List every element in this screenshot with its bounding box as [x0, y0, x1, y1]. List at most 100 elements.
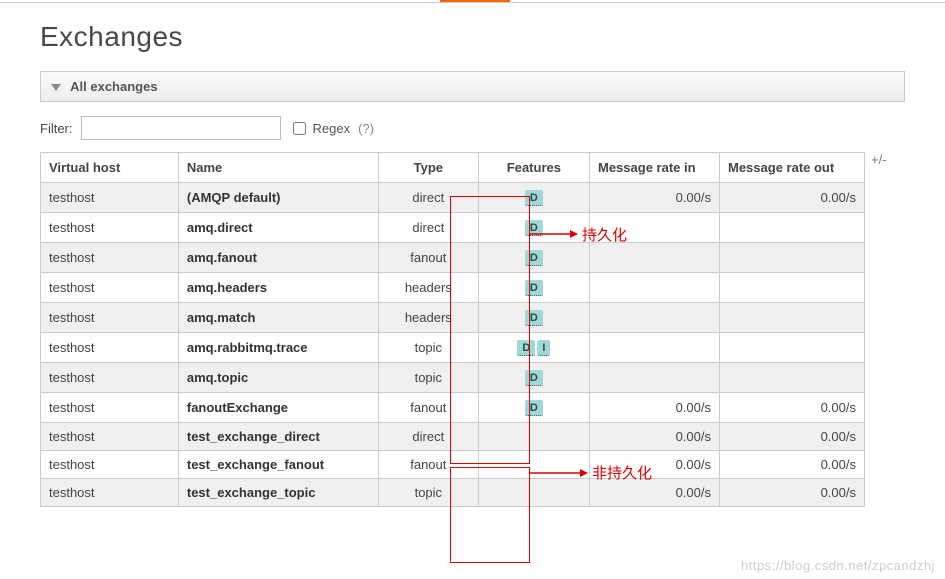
- col-rate-in[interactable]: Message rate in: [590, 153, 720, 183]
- feature-tag-d: D: [525, 310, 543, 326]
- cell-rate-out: 0.00/s: [720, 451, 865, 479]
- cell-rate-in: 0.00/s: [590, 423, 720, 451]
- cell-type: topic: [378, 333, 478, 363]
- cell-type: topic: [378, 479, 478, 507]
- cell-features: D: [478, 243, 589, 273]
- cell-rate-out: [720, 213, 865, 243]
- regex-checkbox[interactable]: [293, 122, 306, 135]
- cell-vhost: testhost: [41, 451, 179, 479]
- cell-rate-in: 0.00/s: [590, 183, 720, 213]
- cell-vhost: testhost: [41, 479, 179, 507]
- regex-help[interactable]: (?): [358, 121, 374, 136]
- cell-vhost: testhost: [41, 303, 179, 333]
- cell-features: D: [478, 183, 589, 213]
- cell-name[interactable]: amq.fanout: [178, 243, 378, 273]
- feature-tag-d: D: [517, 340, 535, 356]
- cell-rate-in: 0.00/s: [590, 451, 720, 479]
- chevron-down-icon: [51, 84, 61, 91]
- regex-toggle[interactable]: Regex: [289, 119, 351, 138]
- cell-type: topic: [378, 363, 478, 393]
- table-row: testhostamq.fanoutfanout D: [41, 243, 865, 273]
- cell-vhost: testhost: [41, 213, 179, 243]
- cell-type: headers: [378, 273, 478, 303]
- cell-rate-in: [590, 213, 720, 243]
- cell-vhost: testhost: [41, 243, 179, 273]
- cell-type: fanout: [378, 451, 478, 479]
- cell-type: direct: [378, 183, 478, 213]
- cell-vhost: testhost: [41, 393, 179, 423]
- exchanges-table: Virtual host Name Type Features Message …: [40, 152, 865, 507]
- cell-rate-out: 0.00/s: [720, 393, 865, 423]
- cell-type: fanout: [378, 243, 478, 273]
- cell-name[interactable]: amq.rabbitmq.trace: [178, 333, 378, 363]
- cell-vhost: testhost: [41, 183, 179, 213]
- feature-tag-d: D: [525, 220, 543, 236]
- cell-features: [478, 479, 589, 507]
- cell-features: D: [478, 393, 589, 423]
- cell-features: DI: [478, 333, 589, 363]
- filter-label: Filter:: [40, 121, 73, 136]
- cell-features: [478, 451, 589, 479]
- page-title: Exchanges: [40, 21, 905, 53]
- filter-input[interactable]: [81, 116, 281, 140]
- cell-type: direct: [378, 213, 478, 243]
- cell-name[interactable]: amq.direct: [178, 213, 378, 243]
- all-exchanges-header[interactable]: All exchanges: [40, 71, 905, 102]
- feature-tag-d: D: [525, 190, 543, 206]
- cell-rate-in: [590, 303, 720, 333]
- col-rate-out[interactable]: Message rate out: [720, 153, 865, 183]
- table-row: testhostamq.directdirect D: [41, 213, 865, 243]
- cell-vhost: testhost: [41, 333, 179, 363]
- cell-name[interactable]: test_exchange_topic: [178, 479, 378, 507]
- feature-tag-d: D: [525, 370, 543, 386]
- table-row: testhosttest_exchange_fanoutfanout 0.00/s…: [41, 451, 865, 479]
- col-type[interactable]: Type: [378, 153, 478, 183]
- filter-row: Filter: Regex (?): [40, 116, 905, 140]
- section-header-label: All exchanges: [70, 79, 157, 94]
- add-remove-columns[interactable]: +/-: [871, 152, 887, 167]
- regex-label: Regex: [313, 121, 351, 136]
- cell-rate-out: 0.00/s: [720, 479, 865, 507]
- cell-vhost: testhost: [41, 363, 179, 393]
- cell-features: D: [478, 363, 589, 393]
- cell-features: D: [478, 303, 589, 333]
- cell-rate-in: [590, 243, 720, 273]
- cell-name[interactable]: (AMQP default): [178, 183, 378, 213]
- cell-type: fanout: [378, 393, 478, 423]
- watermark: https://blog.csdn.net/zpcandzhj: [741, 558, 935, 573]
- col-features[interactable]: Features: [478, 153, 589, 183]
- cell-rate-out: 0.00/s: [720, 423, 865, 451]
- cell-rate-out: [720, 333, 865, 363]
- table-row: testhosttest_exchange_topictopic 0.00/s0.…: [41, 479, 865, 507]
- cell-vhost: testhost: [41, 273, 179, 303]
- cell-rate-in: 0.00/s: [590, 479, 720, 507]
- cell-name[interactable]: test_exchange_direct: [178, 423, 378, 451]
- cell-rate-out: 0.00/s: [720, 183, 865, 213]
- col-name[interactable]: Name: [178, 153, 378, 183]
- feature-tag-d: D: [525, 280, 543, 296]
- cell-vhost: testhost: [41, 423, 179, 451]
- cell-name[interactable]: amq.topic: [178, 363, 378, 393]
- table-row: testhostamq.headersheaders D: [41, 273, 865, 303]
- cell-name[interactable]: fanoutExchange: [178, 393, 378, 423]
- cell-name[interactable]: amq.match: [178, 303, 378, 333]
- cell-rate-out: [720, 303, 865, 333]
- table-row: testhostamq.topictopic D: [41, 363, 865, 393]
- table-row: testhost(AMQP default)direct D 0.00/s0.00/…: [41, 183, 865, 213]
- feature-tag-d: D: [525, 400, 543, 416]
- cell-type: headers: [378, 303, 478, 333]
- cell-features: D: [478, 273, 589, 303]
- cell-rate-out: [720, 363, 865, 393]
- cell-rate-in: [590, 273, 720, 303]
- cell-features: D: [478, 213, 589, 243]
- table-row: testhosttest_exchange_directdirect 0.00/s…: [41, 423, 865, 451]
- table-row: testhostamq.rabbitmq.tracetopicDI: [41, 333, 865, 363]
- cell-rate-in: [590, 363, 720, 393]
- feature-tag-d: D: [525, 250, 543, 266]
- col-vhost[interactable]: Virtual host: [41, 153, 179, 183]
- cell-rate-out: [720, 273, 865, 303]
- cell-type: direct: [378, 423, 478, 451]
- cell-name[interactable]: amq.headers: [178, 273, 378, 303]
- cell-name[interactable]: test_exchange_fanout: [178, 451, 378, 479]
- cell-features: [478, 423, 589, 451]
